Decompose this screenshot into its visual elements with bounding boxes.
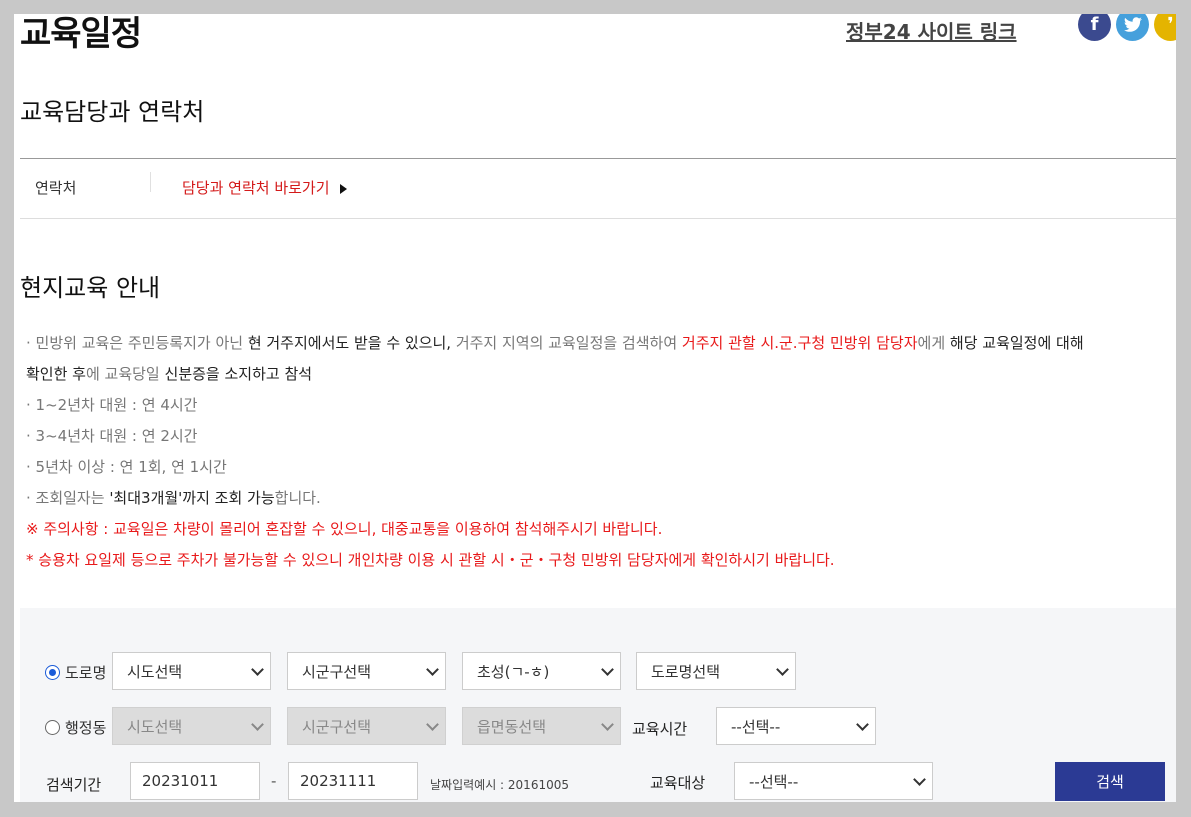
guide-section-title: 현지교육 안내 <box>20 274 161 302</box>
radio-selected-icon <box>45 665 60 680</box>
guide-line: · 3~4년차 대원 : 연 2시간 <box>26 427 198 445</box>
guide-line: 확인한 후에 교육당일 신분증을 소지하고 참석 <box>26 359 1166 390</box>
guide-text-segment: · 민방위 교육은 주민등록지가 아닌 <box>26 334 248 352</box>
search-panel: 도로명 시도선택 시군구선택 초성(ㄱ-ㅎ) 도로명선택 행정동 시도선택 시군… <box>20 608 1176 802</box>
edu-time-label: 교육시간 <box>632 720 688 738</box>
edu-target-label: 교육대상 <box>650 774 706 792</box>
road-sido-select[interactable]: 시도선택 <box>112 652 271 690</box>
guide-text-segment: 신분증을 소지하고 참석 <box>164 365 313 383</box>
guide-text-segment: 현 거주지에서도 받을 수 있으니, <box>247 334 452 352</box>
initial-consonant-select-value: 초성(ㄱ-ㅎ) <box>477 662 550 681</box>
divider <box>20 158 1176 159</box>
twitter-bird-shape <box>1123 16 1142 32</box>
guide-text-segment: 합니다. <box>274 489 321 507</box>
guide-line: · 5년차 이상 : 연 1회, 연 1시간 <box>26 458 227 476</box>
admin-sido-select-value: 시도선택 <box>127 717 183 736</box>
search-button[interactable]: 검색 <box>1055 762 1165 801</box>
date-format-hint: 날짜입력예시 : 20161005 <box>430 778 569 792</box>
guide-line: · 민방위 교육은 주민등록지가 아닌 현 거주지에서도 받을 수 있으니, 거… <box>26 328 1166 359</box>
chevron-down-icon <box>426 718 439 731</box>
chevron-down-icon <box>251 718 264 731</box>
divider <box>150 172 151 192</box>
guide-text-segment: 해당 교육일정에 대해 <box>949 334 1084 352</box>
radio-unselected-icon <box>45 720 60 735</box>
admin-sido-select[interactable]: 시도선택 <box>112 707 271 745</box>
chevron-down-icon <box>913 773 926 786</box>
page: 교육일정 정부24 사이트 링크 f ❜ 교육담당과 연락처 연락처 담당과 연… <box>14 14 1176 802</box>
social-share-buttons: f ❜ <box>1078 14 1176 41</box>
road-name-select-value: 도로명선택 <box>651 662 721 681</box>
page-title: 교육일정 <box>20 14 142 54</box>
facebook-icon[interactable]: f <box>1078 14 1111 41</box>
admin-eupmyeondong-select[interactable]: 읍면동선택 <box>462 707 621 745</box>
guide-line: · 조회일자는 '최대3개월'까지 조회 가능합니다. <box>26 483 1166 514</box>
chevron-down-icon <box>601 718 614 731</box>
initial-consonant-select[interactable]: 초성(ㄱ-ㅎ) <box>462 652 621 690</box>
parking-notice-line: * 승용차 요일제 등으로 주차가 불가능할 수 있으니 개인차량 이용 시 관… <box>26 551 835 569</box>
road-name-select[interactable]: 도로명선택 <box>636 652 796 690</box>
divider <box>20 218 1176 219</box>
road-sigungu-select-value: 시군구선택 <box>302 662 372 681</box>
road-name-radio-label: 도로명 <box>65 664 107 682</box>
period-separator: - <box>271 772 277 790</box>
admin-dong-radio-label: 행정동 <box>65 719 107 737</box>
edu-target-select-value: --선택-- <box>749 772 799 791</box>
arrow-right-icon <box>339 183 347 194</box>
caution-line: ※ 주의사항 : 교육일은 차량이 몰리어 혼잡할 수 있으니, 대중교통을 이… <box>26 520 663 538</box>
admin-sigungu-select[interactable]: 시군구선택 <box>287 707 446 745</box>
kakaostory-icon[interactable]: ❜ <box>1154 14 1176 41</box>
admin-dong-radio[interactable]: 행정동 <box>45 717 106 738</box>
chevron-down-icon <box>251 663 264 676</box>
admin-eupmyeondong-select-value: 읍면동선택 <box>477 717 547 736</box>
guide-text-segment: · 조회일자는 <box>26 489 110 507</box>
chevron-down-icon <box>856 718 869 731</box>
chevron-down-icon <box>601 663 614 676</box>
guide-text-segment: 거주지 지역의 교육일정을 검색하여 <box>451 334 682 352</box>
guide-line: · 1~2년차 대원 : 연 4시간 <box>26 396 198 414</box>
chevron-down-icon <box>426 663 439 676</box>
period-to-input[interactable]: 20231111 <box>288 762 418 800</box>
guide-text-segment: 에 교육당일 <box>85 365 165 383</box>
guide-text-segment: 거주지 관할 시.군.구청 민방위 담당자 <box>681 334 918 352</box>
guide-text-segment: '최대3개월'까지 조회 가능 <box>109 489 275 507</box>
contact-label: 연락처 <box>35 179 77 197</box>
search-period-label: 검색기간 <box>46 776 102 794</box>
road-name-radio[interactable]: 도로명 <box>45 662 106 683</box>
edu-target-select[interactable]: --선택-- <box>734 762 933 800</box>
period-from-input[interactable]: 20231011 <box>130 762 260 800</box>
admin-sigungu-select-value: 시군구선택 <box>302 717 372 736</box>
gov24-site-link[interactable]: 정부24 사이트 링크 <box>846 16 1017 45</box>
contact-shortcut-label: 담당과 연락처 바로가기 <box>182 179 330 197</box>
contact-shortcut-link[interactable]: 담당과 연락처 바로가기 <box>182 177 347 198</box>
twitter-icon[interactable] <box>1116 14 1149 41</box>
window-edge <box>1176 14 1191 802</box>
contact-section-title: 교육담당과 연락처 <box>20 98 205 126</box>
guide-text-segment: 에게 <box>917 334 950 352</box>
guide-text: · 민방위 교육은 주민등록지가 아닌 현 거주지에서도 받을 수 있으니, 거… <box>26 328 1166 576</box>
road-sigungu-select[interactable]: 시군구선택 <box>287 652 446 690</box>
road-sido-select-value: 시도선택 <box>127 662 183 681</box>
edu-time-select[interactable]: --선택-- <box>716 707 876 745</box>
guide-text-segment: 확인한 후 <box>26 365 86 383</box>
chevron-down-icon <box>776 663 789 676</box>
edu-time-select-value: --선택-- <box>731 717 781 736</box>
